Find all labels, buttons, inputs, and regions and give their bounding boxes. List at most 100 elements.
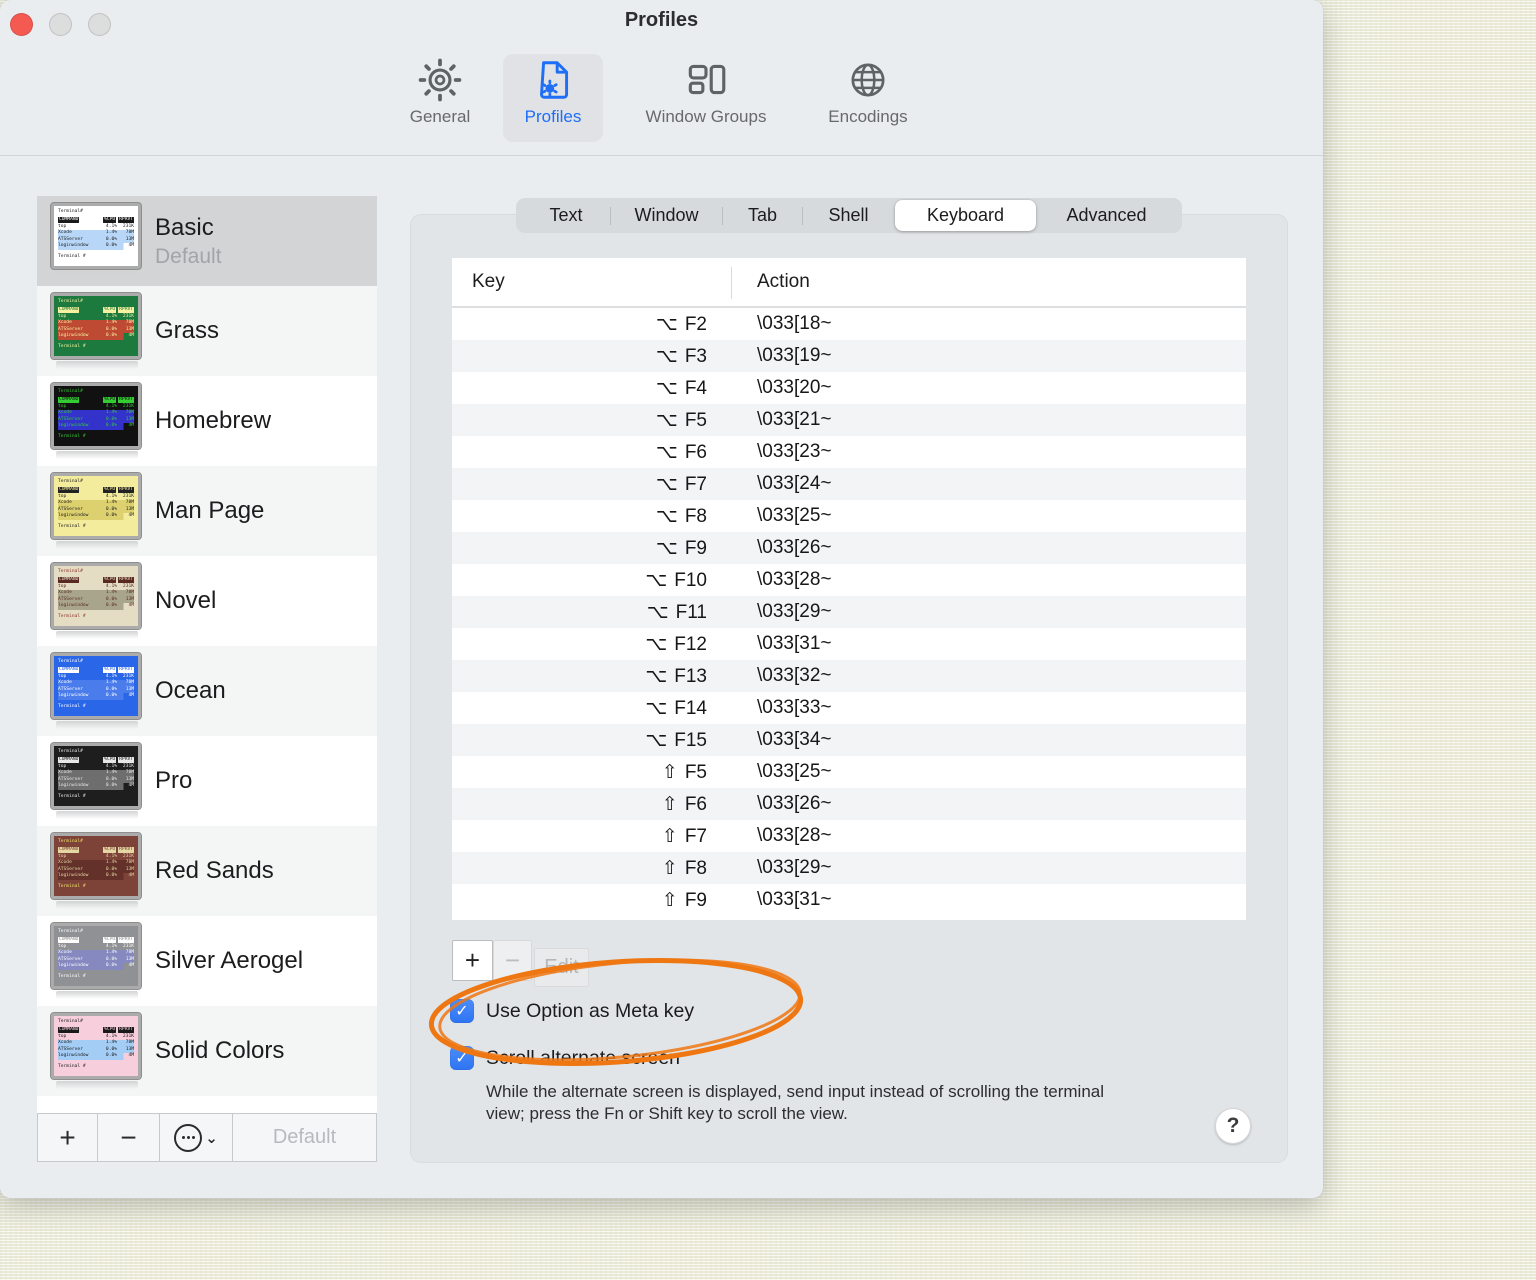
edit-key-button[interactable]: Edit: [534, 948, 589, 987]
table-row[interactable]: ⌥ F6 \033[23~: [452, 436, 1246, 468]
sidebar-item-grass[interactable]: Terminal# COMMAND %CPU RPRVT top 4.1% 231K Xc…: [37, 286, 377, 376]
action-cell: \033[25~: [757, 761, 832, 782]
option-key-icon: ⌥: [655, 504, 678, 527]
action-cell: \033[32~: [757, 665, 832, 686]
shift-key-icon: ⇧: [661, 824, 678, 847]
table-row[interactable]: ⌥ F2 \033[18~: [452, 308, 1246, 340]
option-key-icon: ⌥: [645, 728, 668, 751]
table-row[interactable]: ⌥ F12 \033[31~: [452, 628, 1246, 660]
help-button[interactable]: ?: [1215, 1108, 1251, 1144]
sidebar-item-homebrew[interactable]: Terminal# COMMAND %CPU RPRVT top 4.1% 231K Xc…: [37, 376, 377, 466]
checkbox-checked-icon[interactable]: ✓: [450, 999, 474, 1023]
remove-profile-button[interactable]: −: [98, 1114, 160, 1161]
toolbar-item-label: Window Groups: [645, 107, 767, 126]
key-cell: ⇧ F8: [661, 856, 707, 879]
profile-actions-menu-button[interactable]: ⌄: [160, 1114, 233, 1161]
profile-thumbnail: Terminal# COMMAND %CPU RPRVT top 4.1% 231K Xc…: [50, 292, 143, 369]
table-row[interactable]: ⌥ F15 \033[34~: [452, 724, 1246, 756]
action-cell: \033[28~: [757, 825, 832, 846]
terminal-preferences-window: Profiles General Profiles Window Groups …: [0, 0, 1323, 1198]
key-cell: ⌥ F2: [655, 312, 707, 335]
action-cell: \033[24~: [757, 473, 832, 494]
table-row[interactable]: ⌥ F5 \033[21~: [452, 404, 1246, 436]
tab-advanced[interactable]: Advanced: [1037, 200, 1176, 231]
checkbox-label: Scroll alternate screen: [486, 1046, 681, 1069]
profile-document-icon: [530, 54, 576, 106]
option-key-icon: ⌥: [645, 568, 668, 591]
tab-text[interactable]: Text: [522, 200, 610, 231]
sidebar-item-ocean[interactable]: Terminal# COMMAND %CPU RPRVT top 4.1% 231K Xc…: [37, 646, 377, 736]
option-key-icon: ⌥: [655, 472, 678, 495]
profile-list: Terminal# COMMAND %CPU RPRVT top 4.1% 231K Xc…: [37, 196, 377, 1113]
sidebar-item-solid-colors[interactable]: Terminal# COMMAND %CPU RPRVT top 4.1% 231K Xc…: [37, 1006, 377, 1096]
action-cell: \033[19~: [757, 345, 832, 366]
table-row[interactable]: ⇧ F8 \033[29~: [452, 852, 1246, 884]
table-row[interactable]: ⇧ F9 \033[31~: [452, 884, 1246, 916]
table-row[interactable]: ⌥ F7 \033[24~: [452, 468, 1246, 500]
action-cell: \033[31~: [757, 889, 832, 910]
key-cell: ⌥ F11: [646, 600, 707, 623]
sidebar-item-novel[interactable]: Terminal# COMMAND %CPU RPRVT top 4.1% 231K Xc…: [37, 556, 377, 646]
titlebar: Profiles General Profiles Window Groups …: [0, 0, 1323, 156]
checkbox-row-scroll-alternate-screen[interactable]: ✓ Scroll alternate screen: [450, 1045, 680, 1071]
table-row[interactable]: ⌥ F4 \033[20~: [452, 372, 1246, 404]
column-header-key[interactable]: Key: [452, 271, 505, 293]
ellipsis-circle-icon: [174, 1123, 203, 1152]
key-cell: ⌥ F12: [645, 632, 707, 655]
window-groups-icon: [683, 54, 729, 106]
option-key-icon: ⌥: [655, 312, 678, 335]
table-row[interactable]: ⌥ F10 \033[28~: [452, 564, 1246, 596]
profile-name: Homebrew: [155, 407, 272, 434]
toolbar-item-general[interactable]: General: [395, 54, 485, 142]
table-row[interactable]: ⌥ F13 \033[32~: [452, 660, 1246, 692]
action-cell: \033[29~: [757, 857, 832, 878]
sidebar-item-silver-aerogel[interactable]: Terminal# COMMAND %CPU RPRVT top 4.1% 231K Xc…: [37, 916, 377, 1006]
globe-icon: [845, 54, 891, 106]
profile-thumbnail: Terminal# COMMAND %CPU RPRVT top 4.1% 231K Xc…: [50, 472, 143, 549]
sidebar-item-man-page[interactable]: Terminal# COMMAND %CPU RPRVT top 4.1% 231K Xc…: [37, 466, 377, 556]
profile-thumbnail: Terminal# COMMAND %CPU RPRVT top 4.1% 231K Xc…: [50, 652, 143, 729]
profile-name: Man Page: [155, 497, 265, 524]
tab-tab[interactable]: Tab: [723, 200, 802, 231]
action-cell: \033[28~: [757, 569, 832, 590]
profile-name: Pro: [155, 767, 193, 794]
sidebar-item-red-sands[interactable]: Terminal# COMMAND %CPU RPRVT top 4.1% 231K Xc…: [37, 826, 377, 916]
action-cell: \033[18~: [757, 313, 832, 334]
add-key-button[interactable]: +: [452, 940, 493, 981]
table-row[interactable]: ⌥ F9 \033[26~: [452, 532, 1246, 564]
toolbar-item-label: General: [409, 107, 471, 126]
alternate-screen-help-text: While the alternate screen is displayed,…: [486, 1082, 1105, 1123]
toolbar-item-window-groups[interactable]: Window Groups: [620, 54, 792, 142]
checkbox-row-use-option-as-meta-key[interactable]: ✓ Use Option as Meta key: [450, 998, 694, 1024]
remove-key-button[interactable]: −: [493, 940, 532, 981]
column-header-action[interactable]: Action: [757, 271, 810, 293]
profile-thumbnail: Terminal# COMMAND %CPU RPRVT top 4.1% 231K Xc…: [50, 832, 143, 909]
action-cell: \033[25~: [757, 505, 832, 526]
table-row[interactable]: ⌥ F8 \033[25~: [452, 500, 1246, 532]
action-cell: \033[21~: [757, 409, 832, 430]
tab-shell[interactable]: Shell: [803, 200, 894, 231]
tab-keyboard[interactable]: Keyboard: [895, 200, 1036, 231]
key-cell: ⌥ F14: [645, 696, 707, 719]
key-cell: ⇧ F7: [661, 824, 707, 847]
tab-window[interactable]: Window: [611, 200, 722, 231]
table-row[interactable]: ⇧ F5 \033[25~: [452, 756, 1246, 788]
table-row[interactable]: ⌥ F11 \033[29~: [452, 596, 1246, 628]
option-key-icon: ⌥: [655, 408, 678, 431]
window-title: Profiles: [624, 9, 699, 31]
add-profile-button[interactable]: +: [38, 1114, 98, 1161]
key-cell: ⌥ F8: [655, 504, 707, 527]
key-cell: ⌥ F6: [655, 440, 707, 463]
profile-subtitle: Default: [155, 244, 222, 268]
table-row[interactable]: ⇧ F7 \033[28~: [452, 820, 1246, 852]
set-default-button[interactable]: Default: [233, 1114, 376, 1161]
table-row[interactable]: ⇧ F6 \033[26~: [452, 788, 1246, 820]
table-row[interactable]: ⌥ F3 \033[19~: [452, 340, 1246, 372]
toolbar-item-profiles[interactable]: Profiles: [503, 54, 603, 142]
sidebar-item-pro[interactable]: Terminal# COMMAND %CPU RPRVT top 4.1% 231K Xc…: [37, 736, 377, 826]
toolbar-item-encodings[interactable]: Encodings: [808, 54, 928, 142]
profile-thumbnail: Terminal# COMMAND %CPU RPRVT top 4.1% 231K Xc…: [50, 382, 143, 459]
sidebar-item-basic[interactable]: Terminal# COMMAND %CPU RPRVT top 4.1% 231K Xc…: [37, 196, 377, 286]
table-row[interactable]: ⌥ F14 \033[33~: [452, 692, 1246, 724]
checkbox-checked-icon[interactable]: ✓: [450, 1046, 474, 1070]
